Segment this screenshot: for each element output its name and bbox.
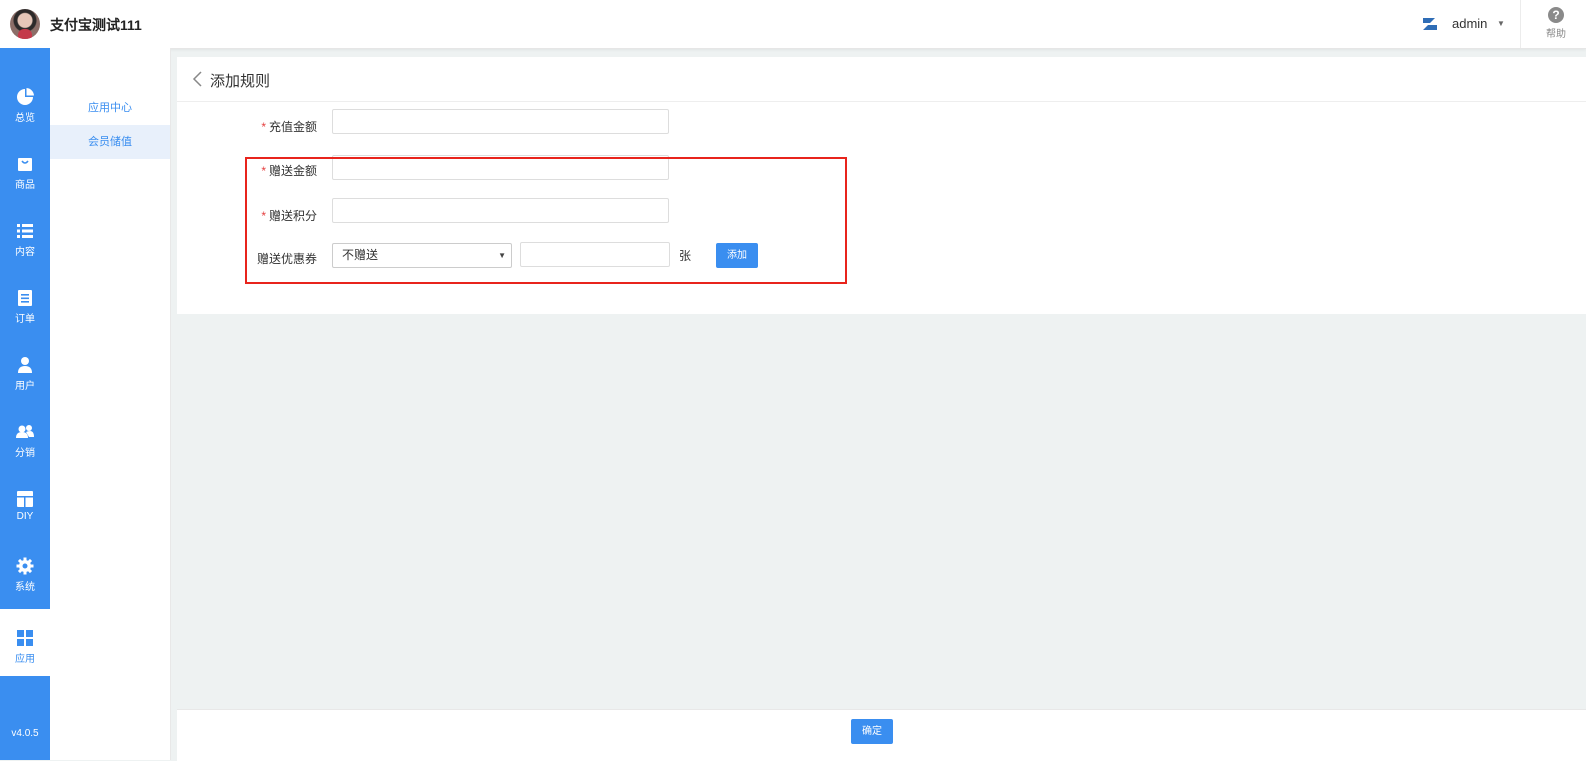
version-label: v4.0.5 xyxy=(11,728,39,739)
gift-points-input[interactable] xyxy=(332,198,669,223)
coupon-select-value: 不赠送 xyxy=(342,248,379,262)
gift-points-text: 赠送积分 xyxy=(268,209,317,223)
recharge-amount-label: * 充值金额 xyxy=(177,118,317,135)
nav-item-content[interactable]: 内容 xyxy=(0,202,50,269)
sub-sidebar: 应用中心 会员储值 xyxy=(50,48,171,760)
grid-icon xyxy=(17,630,33,646)
required-mark: * xyxy=(261,209,266,223)
nav-item-users[interactable]: 用户 xyxy=(0,336,50,403)
document-icon xyxy=(18,290,32,306)
nav-label: 订单 xyxy=(15,314,35,325)
sub-item-app-center[interactable]: 应用中心 xyxy=(50,91,170,125)
gift-amount-input[interactable] xyxy=(332,155,669,180)
coupon-count-input[interactable] xyxy=(520,242,670,267)
pie-chart-icon xyxy=(17,88,34,105)
nav-item-diy[interactable]: DIY xyxy=(0,470,50,537)
footer-bar: 确定 xyxy=(177,709,1586,761)
nav-label: 内容 xyxy=(15,247,35,258)
gift-points-label: * 赠送积分 xyxy=(177,207,317,224)
confirm-button[interactable]: 确定 xyxy=(851,719,893,744)
required-mark: * xyxy=(261,120,266,134)
gear-icon xyxy=(16,557,34,575)
gift-coupon-label: 赠送优惠券 xyxy=(177,250,317,267)
chevron-down-icon: ▼ xyxy=(498,251,506,260)
nav-item-system[interactable]: 系统 xyxy=(0,537,50,604)
layout-icon xyxy=(17,491,33,507)
nav-label: 应用 xyxy=(15,654,35,665)
shopping-bag-icon xyxy=(18,158,32,171)
nav-label: 总览 xyxy=(15,113,35,124)
nav-item-products[interactable]: 商品 xyxy=(0,135,50,202)
add-coupon-button[interactable]: 添加 xyxy=(716,243,758,268)
help-label: 帮助 xyxy=(1546,29,1566,40)
nav-label: 商品 xyxy=(15,180,35,191)
gift-coupon-text: 赠送优惠券 xyxy=(256,252,317,266)
gift-amount-label: * 赠送金额 xyxy=(177,162,317,179)
chevron-down-icon[interactable]: ▼ xyxy=(1497,19,1505,28)
recharge-amount-text: 充值金额 xyxy=(268,120,317,134)
brand-logo-icon xyxy=(1423,18,1437,30)
help-button[interactable]: ? 帮助 xyxy=(1534,7,1578,40)
header-divider xyxy=(1520,0,1521,48)
panel-header: 添加规则 xyxy=(177,57,1586,102)
back-arrow-icon[interactable] xyxy=(191,71,205,87)
nav-label: 用户 xyxy=(15,381,35,392)
help-icon: ? xyxy=(1548,7,1564,23)
recharge-amount-input[interactable] xyxy=(332,109,669,134)
coupon-unit-label: 张 xyxy=(679,249,692,263)
top-header: 支付宝测试111 admin ▼ ? 帮助 xyxy=(0,0,1586,49)
nav-label: 系统 xyxy=(15,582,35,593)
nav-label: 分销 xyxy=(15,448,35,459)
nav-item-apps[interactable]: 应用 xyxy=(0,609,50,676)
nav-item-overview[interactable]: 总览 xyxy=(0,68,50,135)
users-icon xyxy=(16,425,34,438)
coupon-select[interactable]: 不赠送 ▼ xyxy=(332,243,512,268)
gift-amount-text: 赠送金额 xyxy=(268,164,317,178)
nav-item-distribution[interactable]: 分销 xyxy=(0,403,50,470)
required-mark: * xyxy=(261,164,266,178)
sub-item-member-recharge[interactable]: 会员储值 xyxy=(50,125,170,159)
page-title: 添加规则 xyxy=(210,73,271,90)
shop-name: 支付宝测试111 xyxy=(50,17,142,33)
admin-username[interactable]: admin xyxy=(1452,16,1487,31)
nav-item-orders[interactable]: 订单 xyxy=(0,269,50,336)
form-panel: 添加规则 * 充值金额 * 赠送金额 * 赠送积分 赠送优惠券 不赠送 ▼ 张 添加 xyxy=(177,57,1586,314)
list-icon xyxy=(17,224,33,238)
user-icon xyxy=(18,357,32,373)
main-sidebar: 总览 商品 内容 订单 用户 分销 DIY 系统 应用 v4.0.5 xyxy=(0,48,50,760)
nav-label: DIY xyxy=(16,511,34,522)
shop-avatar[interactable] xyxy=(10,9,40,39)
